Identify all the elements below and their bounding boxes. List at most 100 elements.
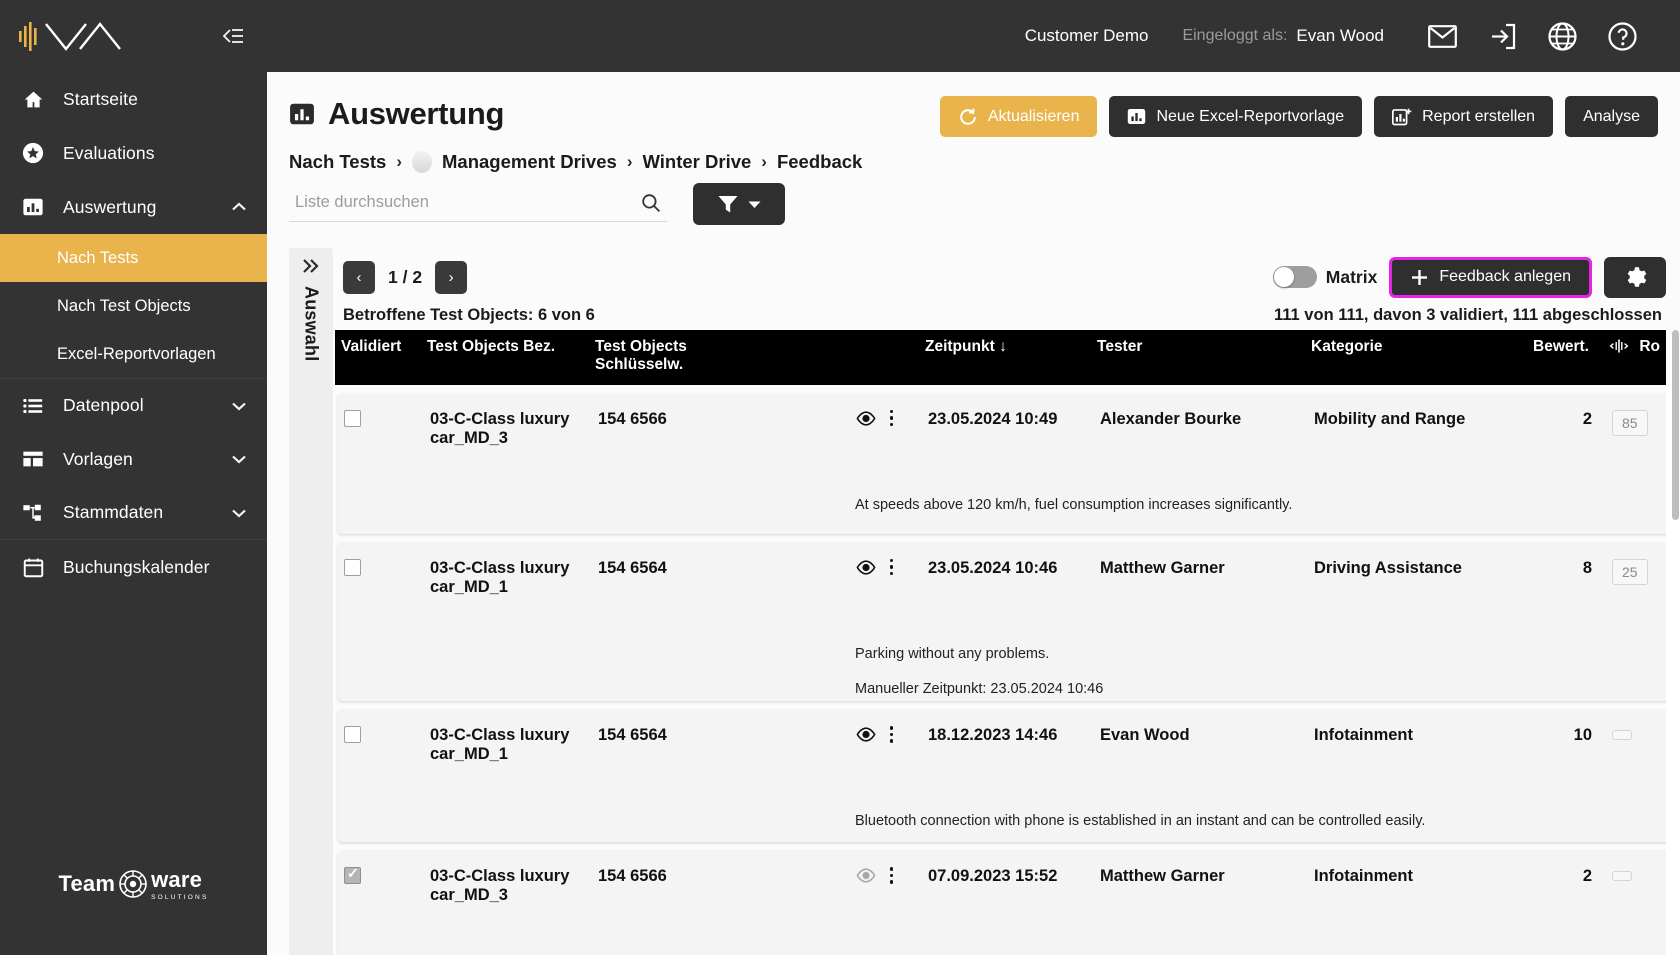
table-row[interactable]: 03-C-Class luxury car_MD_1 154 6564 23.0…: [338, 543, 1680, 702]
cell-zeitpunkt: 23.05.2024 10:49: [928, 410, 1058, 428]
table-row[interactable]: 03-C-Class luxury car_MD_3 154 6566 07.0…: [338, 851, 1680, 955]
column-header-test-objects-schluesselw[interactable]: Test Objects Schlüsselw.: [589, 338, 847, 374]
preview-eye-icon[interactable]: [856, 868, 876, 883]
column-header-bewert[interactable]: Bewert.: [1501, 338, 1595, 356]
cell-rohwert: 25: [1612, 559, 1648, 585]
list-icon: [20, 395, 46, 417]
sidebar-item-vorlagen[interactable]: Vorlagen: [0, 432, 267, 486]
sidebar-item-auswertung[interactable]: Auswertung: [0, 180, 267, 234]
breadcrumb-item-feedback[interactable]: Feedback: [777, 151, 862, 173]
sidebar-item-nach-tests[interactable]: Nach Tests: [0, 234, 267, 282]
sidebar-item-nach-test-objects[interactable]: Nach Test Objects: [0, 282, 267, 330]
home-icon: [20, 89, 46, 110]
column-header-validiert[interactable]: Validiert: [335, 338, 421, 356]
resize-handle-icon[interactable]: [1609, 338, 1633, 355]
chart-plus-icon: [1392, 107, 1412, 127]
sidebar-subitem-label: Nach Test Objects: [57, 296, 191, 315]
sidebar-nav: Startseite Evaluations Auswertung Nach T…: [0, 72, 267, 594]
new-excel-template-label: Neue Excel-Reportvorlage: [1156, 107, 1345, 125]
new-excel-template-button[interactable]: Neue Excel-Reportvorlage: [1109, 96, 1363, 137]
matrix-toggle-knob: [1273, 267, 1294, 287]
prev-page-button[interactable]: ‹: [343, 260, 375, 294]
globe-icon[interactable]: [1532, 21, 1592, 51]
breadcrumb-item-nach-tests[interactable]: Nach Tests: [289, 151, 386, 173]
column-header-test-objects-bez[interactable]: Test Objects Bez.: [421, 338, 589, 356]
logout-icon[interactable]: [1472, 23, 1532, 50]
search-icon[interactable]: [641, 193, 661, 213]
search-input[interactable]: [295, 193, 641, 212]
search-box[interactable]: [289, 187, 667, 222]
column-header-zeitpunkt[interactable]: Zeitpunkt ↓: [919, 338, 1091, 356]
chevron-right-icon: ›: [761, 152, 767, 171]
analyse-button[interactable]: Analyse: [1565, 96, 1658, 137]
cell-tester: Matthew Garner: [1100, 867, 1225, 886]
chevron-right-icon: ›: [626, 152, 633, 171]
create-feedback-button[interactable]: Feedback anlegen: [1389, 256, 1592, 298]
page-content: Auswertung Aktualisieren Neue Excel-Repo…: [267, 72, 1680, 955]
column-header-rohwert-label: Ro: [1639, 338, 1660, 355]
row-validated-checkbox[interactable]: [344, 559, 361, 576]
sidebar-item-startseite[interactable]: Startseite: [0, 72, 267, 126]
cell-zeitpunkt: 07.09.2023 15:52: [928, 867, 1058, 886]
column-header-kategorie[interactable]: Kategorie: [1305, 338, 1501, 356]
refresh-button[interactable]: Aktualisieren: [939, 96, 1098, 137]
auswahl-rail-label: Auswahl: [301, 286, 322, 362]
create-report-button[interactable]: Report erstellen: [1374, 96, 1554, 137]
hierarchy-icon: [20, 502, 46, 524]
chevron-up-icon: [231, 202, 247, 212]
sidebar-item-buchungskalender[interactable]: Buchungskalender: [0, 540, 267, 594]
column-header-tester[interactable]: Tester: [1091, 338, 1305, 356]
cell-test-objects-key: 154 6566: [598, 410, 667, 428]
pagination: ‹ 1 / 2 ›: [333, 260, 468, 294]
filter-button[interactable]: [693, 183, 785, 225]
row-menu-icon[interactable]: [890, 559, 894, 576]
double-chevron-right-icon[interactable]: [301, 258, 321, 274]
cell-test-objects-key: 154 6566: [598, 867, 667, 886]
refresh-button-label: Aktualisieren: [987, 107, 1080, 125]
sidebar-item-stammdaten[interactable]: Stammdaten: [0, 486, 267, 540]
help-icon[interactable]: [1592, 21, 1652, 51]
next-page-button[interactable]: ›: [435, 260, 468, 294]
sidebar-item-excel-reportvorlagen[interactable]: Excel-Reportvorlagen: [0, 330, 267, 378]
table-row[interactable]: 03-C-Class luxury car_MD_1 154 6564 18.1…: [338, 710, 1680, 843]
create-feedback-label: Feedback anlegen: [1439, 268, 1571, 285]
create-report-label: Report erstellen: [1422, 107, 1536, 125]
breadcrumb-item-winter-drive[interactable]: Winter Drive: [642, 151, 751, 173]
row-menu-icon[interactable]: [890, 867, 894, 884]
table-settings-button[interactable]: [1604, 256, 1666, 298]
cell-bewert: 10: [1573, 726, 1592, 745]
cell-kategorie: Driving Assistance: [1314, 559, 1462, 577]
sidebar-item-evaluations[interactable]: Evaluations: [0, 126, 267, 180]
table-scroll-container[interactable]: Validiert Test Objects Bez. Test Objects…: [333, 330, 1680, 955]
sidebar-item-label: Vorlagen: [63, 448, 133, 469]
breadcrumb-item-management-drives[interactable]: Management Drives: [442, 151, 617, 173]
plus-icon: [1410, 268, 1429, 287]
table-row[interactable]: 03-C-Class luxury car_MD_3 154 6566 23.0…: [338, 394, 1680, 534]
breadcrumb-avatar-icon: [412, 151, 433, 173]
auswahl-rail[interactable]: Auswahl: [289, 248, 333, 955]
row-menu-icon[interactable]: [890, 410, 894, 427]
table-vertical-scrollbar[interactable]: [1670, 330, 1680, 955]
page-title: Auswertung: [328, 96, 505, 131]
collapse-sidebar-icon[interactable]: [221, 26, 245, 46]
sidebar-item-label: Datenpool: [63, 395, 144, 415]
calendar-icon: [20, 557, 46, 578]
chevron-down-icon: [231, 508, 247, 518]
row-validated-checkbox[interactable]: [344, 726, 361, 744]
mail-icon[interactable]: [1412, 24, 1472, 48]
row-validated-checkbox[interactable]: [344, 865, 361, 885]
row-menu-icon[interactable]: [890, 726, 894, 743]
sidebar-item-datenpool[interactable]: Datenpool: [0, 378, 267, 432]
scrollbar-thumb[interactable]: [1672, 330, 1679, 520]
template-icon: [20, 448, 46, 470]
sidebar: Startseite Evaluations Auswertung Nach T…: [0, 0, 267, 955]
row-comment-line: Parking without any problems.: [855, 646, 1050, 662]
row-validated-checkbox[interactable]: [344, 410, 361, 427]
sidebar-item-label: Evaluations: [63, 142, 155, 163]
preview-eye-icon[interactable]: [856, 559, 876, 575]
preview-eye-icon[interactable]: [856, 727, 876, 742]
cell-test-objects-bez: 03-C-Class luxury car_MD_3: [430, 867, 570, 905]
preview-eye-icon[interactable]: [856, 410, 876, 426]
footer-logo-subtitle: SOLUTIONS: [151, 894, 209, 901]
matrix-toggle[interactable]: [1272, 266, 1317, 288]
